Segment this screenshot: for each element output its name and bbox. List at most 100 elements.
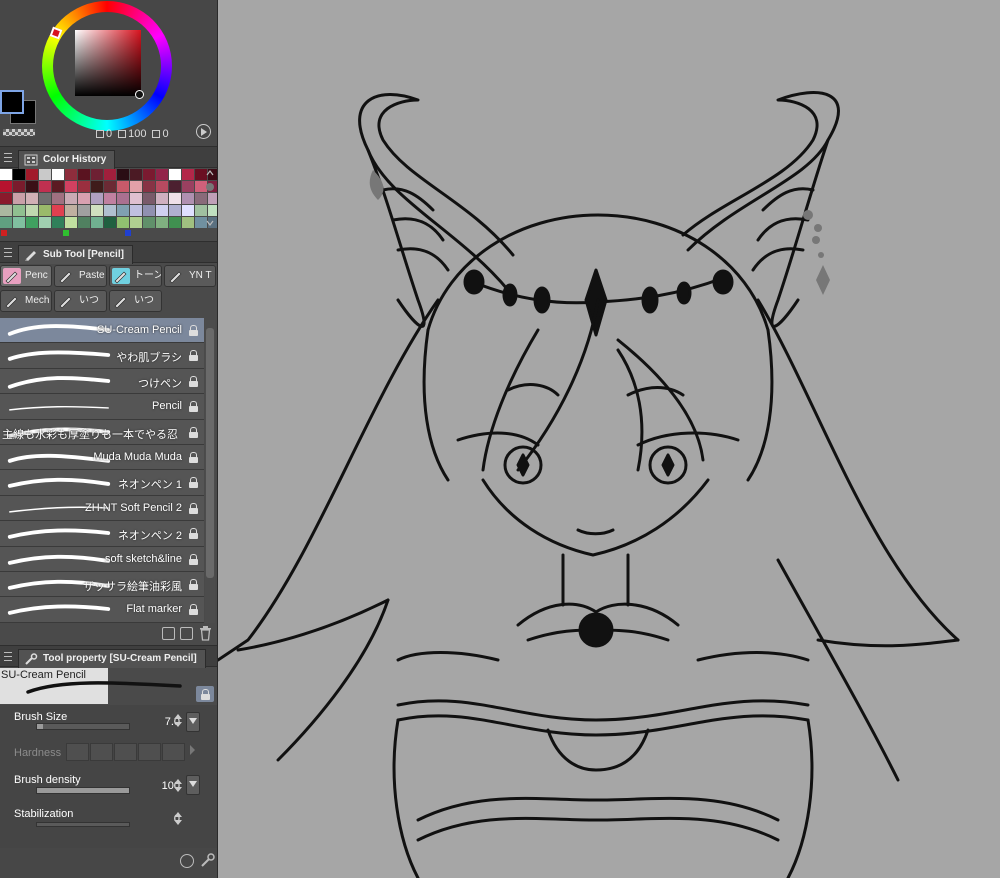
color-history-swatch[interactable]: [52, 193, 64, 204]
play-icon[interactable]: [196, 124, 211, 139]
color-history-swatch[interactable]: [169, 169, 181, 180]
color-history-swatch[interactable]: [13, 205, 25, 216]
saturation-value-square[interactable]: [75, 30, 141, 96]
color-history-swatch[interactable]: [156, 193, 168, 204]
color-history-swatch[interactable]: [39, 205, 51, 216]
color-history-swatch[interactable]: [78, 169, 90, 180]
duplicate-icon[interactable]: [180, 627, 193, 640]
color-history-swatch[interactable]: [0, 205, 12, 216]
color-history-swatch[interactable]: [169, 181, 181, 192]
menu-icon[interactable]: [4, 153, 12, 162]
hardness-selector[interactable]: [66, 743, 185, 761]
color-history-swatch[interactable]: [78, 181, 90, 192]
brush-list-item[interactable]: Muda Muda Muda: [0, 444, 204, 471]
drawing-canvas[interactable]: [218, 0, 1000, 878]
sv-marker[interactable]: [135, 90, 144, 99]
sub-tool-group-button[interactable]: Penc: [0, 265, 52, 287]
color-history-swatch[interactable]: [0, 193, 12, 204]
s-readout[interactable]: 100: [118, 128, 146, 140]
color-history-swatch[interactable]: [91, 181, 103, 192]
brush-density-spinner[interactable]: [174, 779, 182, 793]
color-history-swatch[interactable]: [169, 217, 181, 228]
wrench-icon[interactable]: [200, 853, 215, 868]
color-history-strip-swatch[interactable]: [63, 230, 69, 236]
brush-list-item[interactable]: ネオンペン 2: [0, 521, 204, 547]
color-history-swatch[interactable]: [104, 217, 116, 228]
color-history-swatch[interactable]: [156, 181, 168, 192]
color-history-swatch[interactable]: [26, 169, 38, 180]
color-history-swatch[interactable]: [52, 181, 64, 192]
brush-list-item[interactable]: Flat marker: [0, 597, 204, 623]
color-history-swatch[interactable]: [26, 205, 38, 216]
brush-density-dropdown[interactable]: [186, 775, 200, 795]
color-history-swatch[interactable]: [26, 217, 38, 228]
color-history-swatch[interactable]: [156, 217, 168, 228]
sub-tool-group-button[interactable]: いつ: [54, 290, 107, 312]
color-history-strip-swatch[interactable]: [94, 230, 100, 236]
color-history-swatch[interactable]: [117, 181, 129, 192]
reset-icon[interactable]: [180, 854, 194, 868]
stabilization-spinner[interactable]: [174, 812, 182, 826]
color-history-swatch[interactable]: [65, 181, 77, 192]
color-history-swatch[interactable]: [52, 205, 64, 216]
color-history-swatch[interactable]: [156, 205, 168, 216]
sub-tool-group-button[interactable]: トーン: [109, 265, 162, 287]
color-history-swatch[interactable]: [26, 193, 38, 204]
color-history-swatch[interactable]: [117, 217, 129, 228]
brush-list-item[interactable]: ネオンペン 1: [0, 470, 204, 496]
brush-size-spinner[interactable]: [174, 714, 182, 728]
color-history-swatch[interactable]: [143, 169, 155, 180]
color-history-swatch[interactable]: [182, 181, 194, 192]
brush-list-item[interactable]: SU-Cream Pencil: [0, 318, 204, 344]
color-history-swatch[interactable]: [13, 181, 25, 192]
brush-list-scrollbar[interactable]: [205, 320, 215, 623]
brush-density-slider[interactable]: [36, 787, 130, 794]
color-history-strip-swatch[interactable]: [156, 230, 162, 236]
color-history-swatch[interactable]: [130, 217, 142, 228]
color-history-swatch[interactable]: [104, 181, 116, 192]
brush-lock-button[interactable]: [196, 686, 214, 702]
color-history-swatch[interactable]: [65, 193, 77, 204]
sub-tool-group-button[interactable]: Mech: [0, 290, 52, 312]
color-history-swatch[interactable]: [13, 169, 25, 180]
tab-sub-tool[interactable]: Sub Tool [Pencil]: [18, 245, 133, 264]
stabilization-slider[interactable]: [36, 822, 130, 827]
color-history-swatch[interactable]: [39, 169, 51, 180]
color-history-swatch[interactable]: [143, 193, 155, 204]
color-history-swatch[interactable]: [0, 181, 12, 192]
color-history-swatch[interactable]: [52, 169, 64, 180]
color-history-swatch[interactable]: [156, 169, 168, 180]
color-history-swatch[interactable]: [182, 169, 194, 180]
color-history-swatch[interactable]: [78, 205, 90, 216]
color-history-swatch[interactable]: [169, 193, 181, 204]
color-history-strip-swatch[interactable]: [32, 230, 38, 236]
color-history-swatch[interactable]: [65, 205, 77, 216]
color-history-swatch[interactable]: [104, 193, 116, 204]
brush-list-item[interactable]: soft sketch&line: [0, 546, 204, 572]
color-history-swatch[interactable]: [104, 205, 116, 216]
color-history-swatch[interactable]: [78, 193, 90, 204]
h-readout[interactable]: 0: [96, 128, 112, 140]
hardness-arrow-icon[interactable]: [190, 745, 195, 755]
color-history-swatch[interactable]: [26, 181, 38, 192]
color-history-swatch[interactable]: [117, 169, 129, 180]
tab-tool-property[interactable]: Tool property [SU-Cream Pencil]: [18, 649, 206, 668]
color-history-swatch[interactable]: [117, 193, 129, 204]
color-history-swatch[interactable]: [0, 217, 12, 228]
color-history-strip-swatch[interactable]: [125, 230, 131, 236]
color-history-swatch[interactable]: [13, 217, 25, 228]
color-history-swatch[interactable]: [39, 217, 51, 228]
brush-list-item[interactable]: 主線も水彩も厚塗りも一本でやる忍: [0, 419, 204, 445]
brush-list-item[interactable]: つけペン: [0, 368, 204, 395]
color-history-swatch[interactable]: [91, 205, 103, 216]
brush-size-dropdown[interactable]: [186, 712, 200, 732]
main-color-swatch[interactable]: [0, 90, 24, 114]
menu-icon[interactable]: [4, 652, 12, 661]
transparent-color-swatch[interactable]: [3, 129, 35, 136]
menu-icon[interactable]: [4, 248, 12, 257]
color-history-swatch[interactable]: [39, 181, 51, 192]
color-history-swatch[interactable]: [130, 205, 142, 216]
color-history-swatch[interactable]: [143, 205, 155, 216]
color-history-swatch[interactable]: [78, 217, 90, 228]
color-history-swatch[interactable]: [182, 205, 194, 216]
